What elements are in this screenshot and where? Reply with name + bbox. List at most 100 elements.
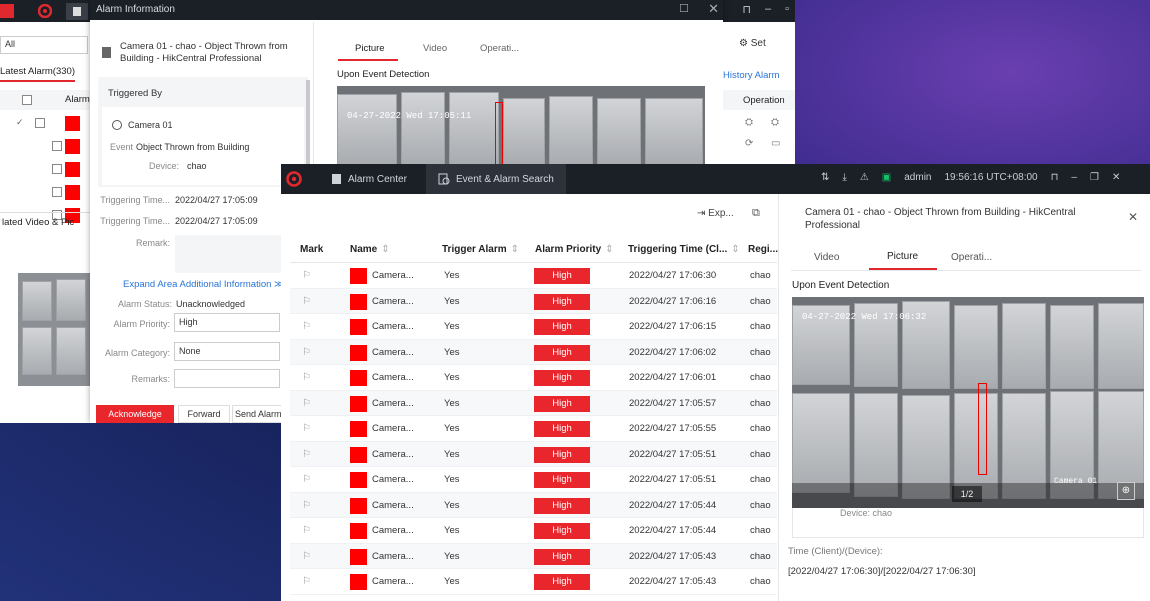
flag-icon[interactable]: ⚐ [302, 289, 311, 314]
tab-operation[interactable]: Operati... [480, 43, 519, 54]
camera-name-link[interactable]: Camera... [372, 263, 414, 288]
table-row[interactable]: ⚐ Camera... Yes High 2022/04/27 17:05:44 chao [290, 518, 777, 544]
row-checkbox[interactable] [52, 187, 62, 197]
camera-name-link[interactable]: Camera... [372, 442, 414, 467]
maximize-icon[interactable]: ☐ [679, 2, 689, 15]
table-row[interactable]: ⚐ Camera... Yes High 2022/04/27 17:06:02 chao [290, 339, 777, 365]
camera-name-link[interactable]: Camera... [372, 314, 414, 339]
flag-icon[interactable]: ⚐ [302, 518, 311, 543]
flag-icon[interactable]: ⚐ [302, 442, 311, 467]
table-row[interactable]: ⚐ Camera... Yes High 2022/04/27 17:06:15 chao [290, 314, 777, 340]
close-icon[interactable]: ✕ [708, 1, 719, 17]
latest-alarm-tab[interactable]: Latest Alarm(330) [0, 66, 75, 82]
sort-icon[interactable]: ⇅ [821, 172, 829, 183]
flag-icon[interactable]: ⚐ [302, 263, 311, 288]
camera-name-link[interactable]: Camera... [372, 340, 414, 365]
timestamp-overlay: 04-27-2022 Wed 17:06:32 [802, 312, 927, 322]
alert-icon[interactable]: ⚠ [860, 172, 869, 183]
back-tab-icon[interactable] [66, 3, 88, 20]
table-row[interactable]: ⚐ Camera... Yes High 2022/04/27 17:06:16 chao [290, 288, 777, 314]
send-alarm-button[interactable]: Send Alarm [232, 405, 284, 423]
select-all-checkbox[interactable] [22, 95, 32, 105]
table-row[interactable]: ⚐ Camera... Yes High 2022/04/27 17:05:55 chao [290, 416, 777, 442]
table-row[interactable]: ⚐ Camera... Yes High 2022/04/27 17:06:01 chao [290, 365, 777, 391]
table-row[interactable]: ⚐ Camera... Yes High 2022/04/27 17:05:51 chao [290, 441, 777, 467]
forward-button[interactable]: Forward [178, 405, 230, 423]
related-thumbnail[interactable] [18, 273, 90, 386]
camera-name-link[interactable]: Camera... [372, 365, 414, 390]
replay-icon[interactable]: ⟳ [745, 138, 753, 149]
tab-video[interactable]: Video [814, 252, 839, 263]
table-row[interactable]: ⚐ Camera... Yes High 2022/04/27 17:05:51 chao [290, 467, 777, 493]
operation-icon[interactable]: ⛭ [771, 117, 779, 128]
alarm-priority-select[interactable]: High [174, 313, 280, 332]
col-alarm-priority[interactable]: Alarm Priority ⇕ [535, 237, 614, 263]
popout-icon[interactable]: ⧉ [752, 207, 760, 220]
table-row[interactable]: ⚐ Camera... Yes High 2022/04/27 17:05:57 chao [290, 390, 777, 416]
related-video-header[interactable]: lated Video & Pic [0, 212, 90, 232]
minimize-icon[interactable]: – [765, 3, 771, 16]
camera-name-link[interactable]: Camera... [372, 289, 414, 314]
alarm-category-select[interactable]: None [174, 342, 280, 361]
flag-icon[interactable]: ⚐ [302, 416, 311, 441]
event-picture[interactable]: 04-27-2022 Wed 17:05:11 [337, 86, 705, 166]
scrollbar[interactable] [306, 80, 310, 170]
flag-icon[interactable]: ⚐ [302, 314, 311, 339]
event-picture[interactable]: 04-27-2022 Wed 17:06:32 Camera 01 1/2 ⊕ [792, 297, 1144, 508]
col-name[interactable]: Name ⇕ [350, 237, 390, 263]
export-button[interactable]: ⇥ Exp... [697, 208, 734, 219]
monitor-status-icon[interactable]: ▣ [882, 172, 891, 183]
tab-picture[interactable]: Picture [887, 251, 918, 262]
lock-icon[interactable]: ⊓ [742, 3, 751, 16]
flag-icon[interactable]: ⚐ [302, 493, 311, 518]
camera-name-link[interactable]: Camera... [372, 544, 414, 569]
row-checkbox[interactable] [52, 164, 62, 174]
download-icon[interactable]: ⤓ [842, 172, 846, 183]
camera-name-link[interactable]: Camera... [372, 493, 414, 518]
search-input[interactable]: All [0, 36, 88, 54]
camera-name-link[interactable]: Camera... [372, 416, 414, 441]
tab-picture[interactable]: Picture [355, 43, 385, 54]
camera-name-link[interactable]: Camera... [372, 391, 414, 416]
flag-icon[interactable]: ⚐ [302, 340, 311, 365]
col-trigger-alarm[interactable]: Trigger Alarm ⇕ [442, 237, 519, 263]
flag-icon[interactable]: ⚐ [302, 391, 311, 416]
camera-name-link[interactable]: Camera... [372, 569, 414, 594]
history-alarm-tab[interactable]: History Alarm [723, 70, 779, 81]
flag-icon[interactable]: ⚐ [302, 544, 311, 569]
monitor-icon[interactable]: ▭ [771, 138, 780, 149]
row-checkbox[interactable] [35, 118, 45, 128]
tab-video[interactable]: Video [423, 43, 447, 54]
flag-icon[interactable]: ⚐ [302, 365, 311, 390]
camera-name-link[interactable]: Camera... [372, 518, 414, 543]
alarm-column-header: Alarm [65, 94, 90, 105]
settings-control[interactable]: ⚙ Set [739, 38, 766, 49]
table-row[interactable]: ⚐ Camera... Yes High 2022/04/27 17:05:44 chao [290, 492, 777, 518]
close-icon[interactable]: ✕ [1128, 210, 1138, 224]
remarks-input[interactable] [174, 369, 280, 388]
restore-icon[interactable]: ▫ [785, 3, 789, 16]
close-icon[interactable]: ✕ [1112, 172, 1120, 183]
expand-chevron-icon[interactable]: ✓ [16, 117, 24, 128]
camera-name-link[interactable]: Camera... [372, 467, 414, 492]
play-icon[interactable]: ⛭ [745, 117, 753, 128]
acknowledge-button[interactable]: Acknowledge [96, 405, 174, 423]
table-row[interactable]: ⚐ Camera... Yes High 2022/04/27 17:05:43 chao [290, 543, 777, 569]
event-value: Object Thrown from Building [136, 142, 250, 152]
col-triggering-time[interactable]: Triggering Time (Cl... ⇕ [628, 237, 740, 263]
tab-event-alarm-search[interactable]: Event & Alarm Search [426, 164, 566, 194]
minimize-icon[interactable]: – [1071, 172, 1077, 183]
lock-icon[interactable]: ⊓ [1051, 172, 1059, 183]
restore-icon[interactable]: ❐ [1090, 172, 1099, 183]
flag-icon[interactable]: ⚐ [302, 569, 311, 594]
expand-area-link[interactable]: Expand Area Additional Information ≫ [123, 279, 284, 290]
tab-operation[interactable]: Operati... [951, 252, 992, 263]
user-name[interactable]: admin [904, 172, 931, 183]
operation-column-header: Operation [723, 90, 795, 110]
table-row[interactable]: ⚐ Camera... Yes High 2022/04/27 17:05:43 chao [290, 569, 777, 595]
flag-icon[interactable]: ⚐ [302, 467, 311, 492]
tab-alarm-center[interactable]: Alarm Center [319, 164, 419, 194]
row-checkbox[interactable] [52, 141, 62, 151]
table-row[interactable]: ⚐ Camera... Yes High 2022/04/27 17:06:30 chao [290, 263, 777, 289]
zoom-icon[interactable]: ⊕ [1117, 482, 1135, 500]
